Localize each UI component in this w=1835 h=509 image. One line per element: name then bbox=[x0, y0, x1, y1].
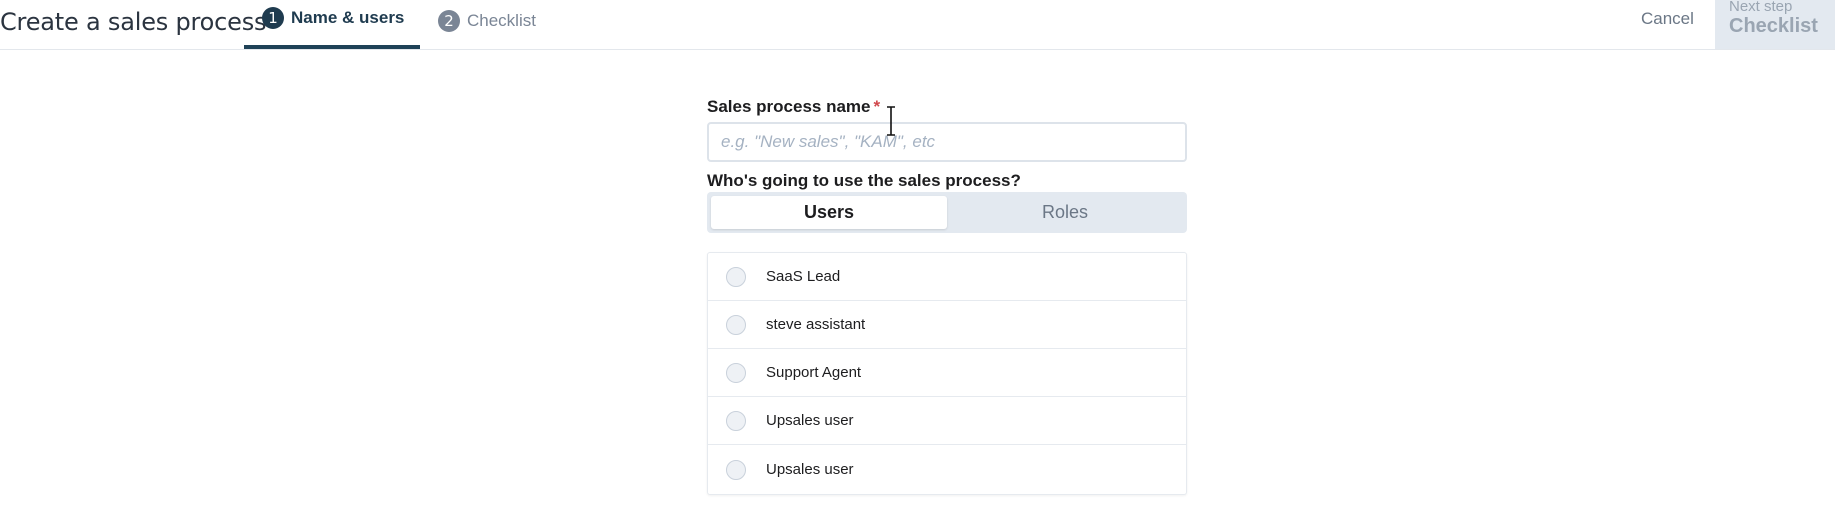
top-header: Create a sales process 1 Name & users 2 … bbox=[0, 0, 1835, 50]
toggle-users[interactable]: Users bbox=[711, 196, 947, 229]
radio-button[interactable] bbox=[726, 266, 746, 287]
step-number-2: 2 bbox=[438, 9, 460, 32]
list-item[interactable]: Upsales user bbox=[708, 397, 1186, 445]
radio-button[interactable] bbox=[726, 459, 746, 480]
who-uses-label: Who's going to use the sales process? bbox=[707, 171, 1021, 190]
users-roles-toggle: Users Roles bbox=[707, 192, 1187, 233]
next-step-button[interactable]: Next step Checklist bbox=[1715, 0, 1835, 49]
radio-button[interactable] bbox=[726, 362, 746, 383]
name-field-label: Sales process name * bbox=[707, 97, 1187, 119]
list-item-label: SaaS Lead bbox=[766, 268, 841, 285]
name-label-text: Sales process name bbox=[707, 97, 871, 116]
cancel-button[interactable]: Cancel bbox=[1641, 9, 1694, 29]
text-cursor-icon bbox=[887, 106, 895, 136]
list-item[interactable]: Support Agent bbox=[708, 349, 1186, 397]
step-name-and-users[interactable]: 1 Name & users bbox=[244, 0, 420, 49]
step-label-checklist: Checklist bbox=[467, 10, 536, 30]
list-item[interactable]: SaaS Lead bbox=[708, 253, 1186, 301]
page-title: Create a sales process bbox=[0, 8, 267, 36]
step-label-name-users: Name & users bbox=[291, 8, 405, 27]
step-checklist[interactable]: 2 Checklist bbox=[438, 0, 536, 50]
list-item-label: steve assistant bbox=[766, 316, 866, 333]
list-item-label: Upsales user bbox=[766, 461, 854, 478]
required-marker: * bbox=[873, 97, 881, 116]
sales-process-form: Sales process name* Who's going to use t… bbox=[707, 97, 1187, 495]
toggle-roles[interactable]: Roles bbox=[947, 196, 1183, 229]
next-step-label: Checklist bbox=[1729, 15, 1818, 37]
radio-button[interactable] bbox=[726, 314, 746, 335]
radio-button[interactable] bbox=[726, 410, 746, 431]
list-item-label: Upsales user bbox=[766, 412, 854, 429]
list-item[interactable]: steve assistant bbox=[708, 301, 1186, 349]
step-number-1: 1 bbox=[262, 7, 284, 29]
sales-process-name-input[interactable] bbox=[707, 122, 1187, 162]
user-list: SaaS Lead steve assistant Support Agent … bbox=[707, 252, 1187, 495]
next-step-caption: Next step bbox=[1729, 0, 1793, 15]
list-item[interactable]: Upsales user bbox=[708, 445, 1186, 494]
list-item-label: Support Agent bbox=[766, 364, 862, 381]
